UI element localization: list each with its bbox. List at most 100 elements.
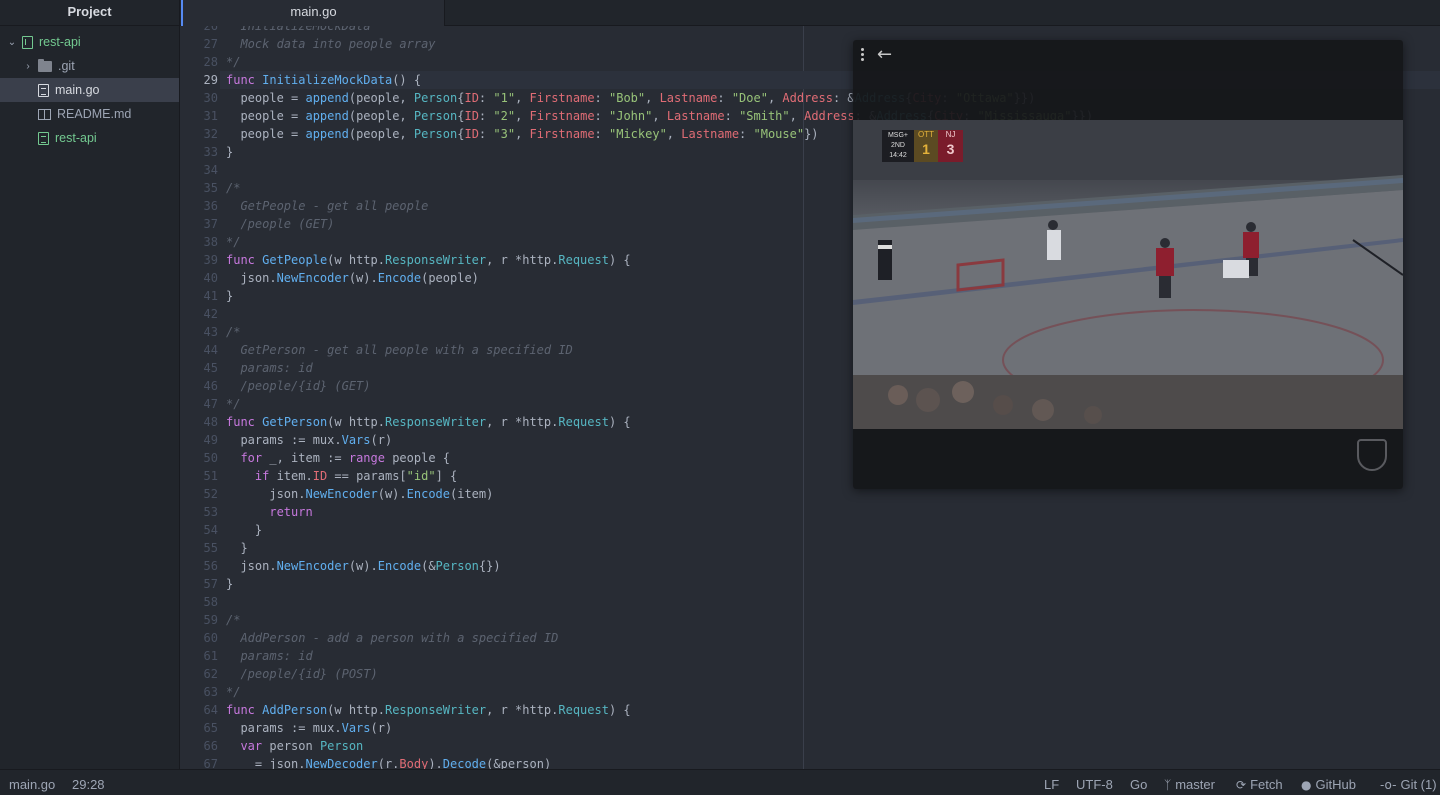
line-number[interactable]: 44: [180, 341, 220, 359]
line-number[interactable]: 40: [180, 269, 220, 287]
line-number[interactable]: 27: [180, 35, 220, 53]
line-number[interactable]: 51: [180, 467, 220, 485]
tree-item-git[interactable]: › .git: [0, 54, 179, 78]
chevron-down-icon[interactable]: ⌄: [6, 37, 18, 48]
line-number[interactable]: 45: [180, 359, 220, 377]
line-number[interactable]: 43: [180, 323, 220, 341]
line-number[interactable]: 58: [180, 593, 220, 611]
line-number[interactable]: 38: [180, 233, 220, 251]
tree-item-rest-api-binary[interactable]: rest-api: [0, 126, 179, 150]
code-line[interactable]: InitializeMockData: [226, 26, 1426, 35]
git-branch-icon: ᛉ: [1164, 778, 1172, 792]
code-line[interactable]: _ = json.NewDecoder(r.Body).Decode(&pers…: [226, 755, 1426, 769]
status-encoding[interactable]: UTF-8: [1076, 777, 1113, 792]
line-number[interactable]: 52: [180, 485, 220, 503]
code-line[interactable]: }: [226, 521, 1426, 539]
tree-item-main-go[interactable]: main.go: [0, 78, 179, 102]
code-line[interactable]: params: id: [226, 647, 1426, 665]
line-number[interactable]: 33: [180, 143, 220, 161]
line-number[interactable]: 63: [180, 683, 220, 701]
line-number[interactable]: 37: [180, 215, 220, 233]
code-line[interactable]: func AddPerson(w http.ResponseWriter, r …: [226, 701, 1426, 719]
team-name: NJ: [945, 130, 956, 139]
video-frame[interactable]: MSG+ 2ND 14:42 OTT 1 NJ 3: [853, 120, 1403, 429]
book-icon: [38, 108, 51, 120]
code-line[interactable]: /*: [226, 611, 1426, 629]
line-number[interactable]: 60: [180, 629, 220, 647]
line-number[interactable]: 26: [180, 26, 220, 35]
git-label: Git (1): [1400, 777, 1437, 792]
line-number[interactable]: 62: [180, 665, 220, 683]
github-label: GitHub: [1315, 777, 1356, 792]
line-number[interactable]: 49: [180, 431, 220, 449]
status-github-button[interactable]: ● GitHub: [1301, 777, 1356, 792]
line-number[interactable]: 30: [180, 89, 220, 107]
line-number[interactable]: 29: [180, 71, 220, 89]
line-number[interactable]: 39: [180, 251, 220, 269]
more-vertical-icon[interactable]: [861, 48, 867, 64]
sync-icon: ⟳: [1236, 778, 1247, 792]
code-line[interactable]: }: [226, 539, 1426, 557]
line-number[interactable]: 56: [180, 557, 220, 575]
line-number[interactable]: 55: [180, 539, 220, 557]
line-number[interactable]: 48: [180, 413, 220, 431]
line-number[interactable]: 50: [180, 449, 220, 467]
scoreboard: MSG+ 2ND 14:42 OTT 1 NJ 3: [882, 130, 963, 162]
status-cursor-position[interactable]: 29:28: [72, 777, 105, 792]
line-number[interactable]: 41: [180, 287, 220, 305]
line-number[interactable]: 42: [180, 305, 220, 323]
status-line-ending[interactable]: LF: [1044, 777, 1059, 792]
tree-item-root[interactable]: ⌄ rest-api: [0, 30, 179, 54]
line-number[interactable]: 61: [180, 647, 220, 665]
line-number[interactable]: 28: [180, 53, 220, 71]
fetch-label: Fetch: [1250, 777, 1283, 792]
tree-item-label: README.md: [57, 107, 132, 121]
code-line[interactable]: AddPerson - add a person with a specifie…: [226, 629, 1426, 647]
code-line[interactable]: */: [226, 683, 1426, 701]
status-branch[interactable]: ᛉ master: [1164, 777, 1215, 792]
line-number[interactable]: 65: [180, 719, 220, 737]
arrow-left-icon[interactable]: ←: [877, 44, 892, 65]
nhl-logo-icon: [1357, 439, 1387, 471]
video-player[interactable]: ← MSG+ 2ND 14:42 OTT 1 NJ 3: [853, 40, 1403, 489]
line-number[interactable]: 34: [180, 161, 220, 179]
status-git-button[interactable]: -o- Git (1): [1380, 777, 1437, 792]
code-line[interactable]: var person Person: [226, 737, 1426, 755]
line-number[interactable]: 32: [180, 125, 220, 143]
line-number[interactable]: 47: [180, 395, 220, 413]
line-number[interactable]: 36: [180, 197, 220, 215]
line-number[interactable]: 46: [180, 377, 220, 395]
tree-item-label: main.go: [55, 83, 100, 97]
team-score: 3: [946, 141, 955, 157]
tab-main-go[interactable]: main.go: [181, 0, 445, 26]
line-number[interactable]: 53: [180, 503, 220, 521]
tree-view: Project ⌄ rest-api › .git main.go README…: [0, 0, 180, 769]
file-tree: ⌄ rest-api › .git main.go README.md rest…: [0, 30, 179, 150]
tree-view-title[interactable]: Project: [0, 0, 179, 26]
code-line[interactable]: params := mux.Vars(r): [226, 719, 1426, 737]
code-line[interactable]: ​: [226, 593, 1426, 611]
tree-item-readme[interactable]: README.md: [0, 102, 179, 126]
code-line[interactable]: json.NewEncoder(w).Encode(&Person{}): [226, 557, 1426, 575]
code-line[interactable]: return: [226, 503, 1426, 521]
video-toolbar: ←: [853, 40, 1403, 70]
tree-item-label: .git: [58, 59, 75, 73]
status-fetch-button[interactable]: ⟳ Fetch: [1236, 777, 1283, 792]
line-number[interactable]: 67: [180, 755, 220, 769]
tree-item-label: rest-api: [39, 35, 81, 49]
team-score: 1: [922, 141, 930, 157]
line-number[interactable]: 35: [180, 179, 220, 197]
line-number[interactable]: 31: [180, 107, 220, 125]
folder-icon: [38, 58, 52, 72]
status-grammar[interactable]: Go: [1130, 777, 1147, 792]
line-number[interactable]: 59: [180, 611, 220, 629]
code-line[interactable]: /people/{id} (POST): [226, 665, 1426, 683]
line-number[interactable]: 64: [180, 701, 220, 719]
line-number[interactable]: 54: [180, 521, 220, 539]
line-number[interactable]: 57: [180, 575, 220, 593]
code-line[interactable]: }: [226, 575, 1426, 593]
line-number-gutter[interactable]: 26 27 28 29 30 31 32 33 34 35 36 37 38 39 40 41 42 43 44 45…: [180, 26, 220, 769]
status-file-name[interactable]: main.go: [9, 777, 55, 792]
chevron-right-icon[interactable]: ›: [22, 61, 34, 72]
line-number[interactable]: 66: [180, 737, 220, 755]
